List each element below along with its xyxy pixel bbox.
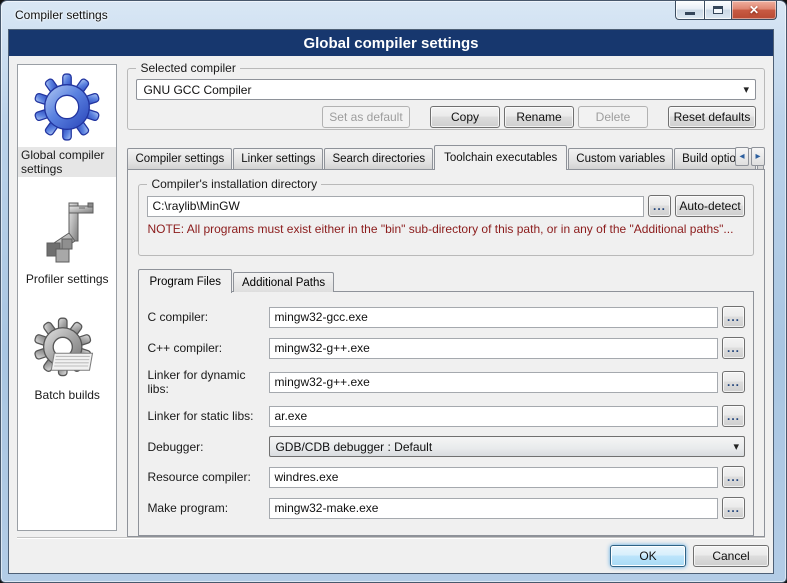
dynamic-linker-browse-button[interactable]: ... [722, 371, 745, 393]
sidebar-item-label: Batch builds [32, 387, 103, 403]
caliper-icon [35, 201, 99, 265]
tab-scroll-buttons: ◂ ▸ [733, 147, 765, 166]
tab-compiler-settings[interactable]: Compiler settings [127, 148, 232, 169]
field-label: Linker for static libs: [147, 409, 269, 423]
field-row-cpp-compiler: C++ compiler: ... [147, 337, 745, 359]
compiler-select-value: GNU GCC Compiler [143, 83, 251, 97]
settings-category-list: Global compiler settings [17, 64, 117, 531]
sidebar-item-profiler-settings[interactable]: Profiler settings [23, 201, 112, 287]
cancel-button[interactable]: Cancel [693, 545, 769, 567]
field-label: Make program: [147, 501, 269, 515]
installation-directory-browse-button[interactable]: ... [648, 195, 671, 217]
toolchain-executables-page: Compiler's installation directory ... Au… [127, 169, 765, 537]
field-label: C++ compiler: [147, 341, 269, 355]
maximize-button[interactable] [704, 1, 732, 20]
field-row-static-linker: Linker for static libs: ... [147, 405, 745, 427]
title-bar[interactable]: Compiler settings ✕ [1, 1, 786, 29]
dialog-footer: OK Cancel [9, 537, 773, 575]
subtab-program-files[interactable]: Program Files [138, 269, 232, 293]
tab-linker-settings[interactable]: Linker settings [233, 148, 323, 169]
sidebar-item-label: Profiler settings [23, 271, 112, 287]
debugger-select-value: GDB/CDB debugger : Default [275, 440, 432, 454]
field-row-make-program: Make program: ... [147, 497, 745, 519]
debugger-select[interactable]: GDB/CDB debugger : Default ▾ [269, 436, 745, 457]
sidebar-item-global-compiler-settings[interactable]: Global compiler settings [18, 73, 116, 177]
c-compiler-input[interactable] [269, 307, 718, 328]
minimize-icon [685, 12, 695, 15]
program-files-tab-bar: Program Files Additional Paths [138, 268, 754, 292]
static-linker-input[interactable] [269, 406, 718, 427]
blue-gear-icon [33, 73, 101, 141]
set-as-default-button: Set as default [322, 106, 410, 128]
compiler-select[interactable]: GNU GCC Compiler ▾ [136, 79, 756, 100]
compiler-settings-dialog: Compiler settings ✕ Global compiler sett… [0, 0, 787, 583]
footer-separator [17, 537, 765, 539]
installation-directory-group-label: Compiler's installation directory [147, 177, 321, 191]
sidebar-item-label: Global compiler settings [18, 147, 116, 177]
field-label: Debugger: [147, 440, 269, 454]
field-label: Resource compiler: [147, 470, 269, 484]
arrow-left-icon: ◂ [739, 151, 744, 162]
close-icon: ✕ [749, 4, 759, 16]
chevron-down-icon: ▾ [743, 83, 749, 96]
program-files-panel: C compiler: ... C++ compiler: ... Linker… [138, 291, 754, 536]
selected-compiler-group: Selected compiler GNU GCC Compiler ▾ Set… [127, 68, 765, 130]
compiler-actions: Set as default Copy Rename Delete Reset … [136, 106, 756, 128]
field-row-resource-compiler: Resource compiler: ... [147, 466, 745, 488]
tab-custom-variables[interactable]: Custom variables [568, 148, 673, 169]
auto-detect-button[interactable]: Auto-detect [675, 195, 745, 217]
subtab-additional-paths[interactable]: Additional Paths [233, 272, 334, 292]
arrow-right-icon: ▸ [755, 151, 760, 162]
gray-gear-icon [33, 317, 101, 381]
tab-scroll-right-button[interactable]: ▸ [751, 147, 765, 166]
delete-button: Delete [578, 106, 648, 128]
installation-directory-input[interactable] [147, 196, 644, 217]
cpp-compiler-input[interactable] [269, 338, 718, 359]
close-button[interactable]: ✕ [731, 1, 777, 20]
tab-search-directories[interactable]: Search directories [324, 148, 433, 169]
field-row-debugger: Debugger: GDB/CDB debugger : Default ▾ [147, 436, 745, 457]
make-program-browse-button[interactable]: ... [722, 497, 745, 519]
field-row-c-compiler: C compiler: ... [147, 306, 745, 328]
window-controls: ✕ [676, 1, 777, 20]
static-linker-browse-button[interactable]: ... [722, 405, 745, 427]
ok-button[interactable]: OK [610, 545, 686, 567]
cpp-compiler-browse-button[interactable]: ... [722, 337, 745, 359]
settings-tab-bar: Compiler settings Linker settings Search… [127, 144, 765, 169]
main-panel: Selected compiler GNU GCC Compiler ▾ Set… [127, 56, 765, 537]
maximize-icon [713, 6, 723, 14]
resource-compiler-browse-button[interactable]: ... [722, 466, 745, 488]
window-title: Compiler settings [15, 8, 108, 22]
tab-toolchain-executables[interactable]: Toolchain executables [434, 145, 567, 170]
dynamic-linker-input[interactable] [269, 372, 718, 393]
field-row-dynamic-linker: Linker for dynamic libs: ... [147, 368, 745, 396]
page-title: Global compiler settings [9, 30, 773, 56]
make-program-input[interactable] [269, 498, 718, 519]
sidebar-item-batch-builds[interactable]: Batch builds [32, 317, 103, 403]
field-label: C compiler: [147, 310, 269, 324]
tab-scroll-left-button[interactable]: ◂ [735, 147, 749, 166]
minimize-button[interactable] [675, 1, 705, 20]
reset-defaults-button[interactable]: Reset defaults [668, 106, 756, 128]
c-compiler-browse-button[interactable]: ... [722, 306, 745, 328]
copy-button[interactable]: Copy [430, 106, 500, 128]
rename-button[interactable]: Rename [504, 106, 574, 128]
installation-directory-note: NOTE: All programs must exist either in … [147, 222, 745, 236]
dialog-client-area: Global compiler settings [8, 29, 774, 574]
field-label: Linker for dynamic libs: [147, 368, 269, 396]
installation-directory-group: Compiler's installation directory ... Au… [138, 184, 754, 256]
selected-compiler-group-label: Selected compiler [136, 61, 239, 75]
chevron-down-icon: ▾ [733, 440, 739, 453]
resource-compiler-input[interactable] [269, 467, 718, 488]
